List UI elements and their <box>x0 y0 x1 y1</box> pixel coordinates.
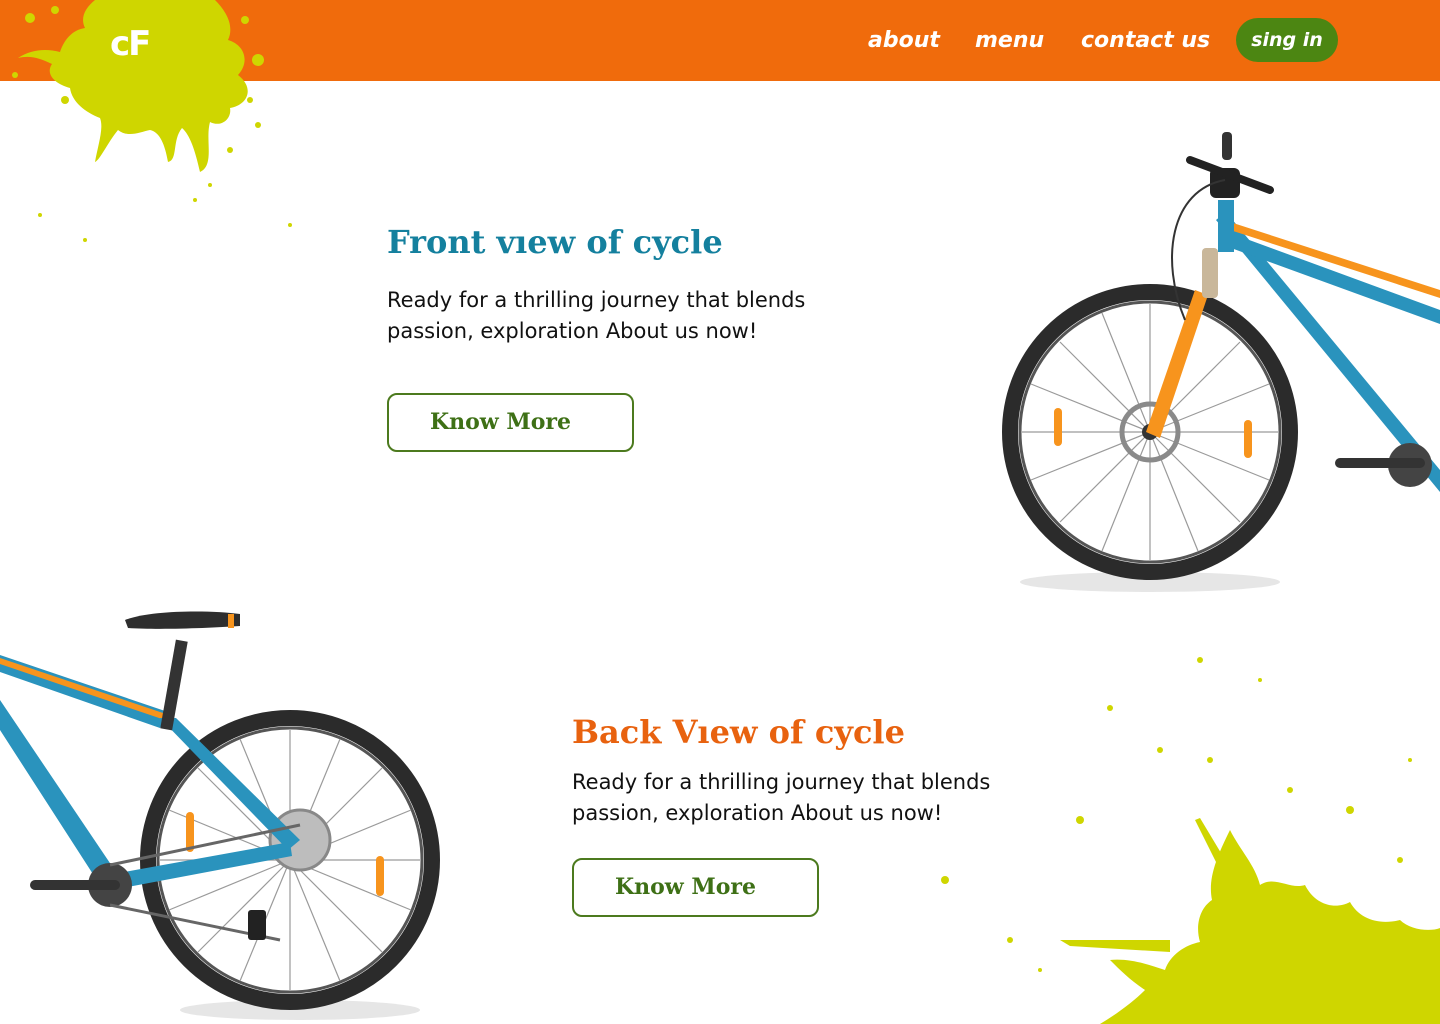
back-view-description: Ready for a thrilling journey that blend… <box>572 770 991 825</box>
nav-about-link[interactable]: about <box>868 26 940 56</box>
bike-back-image <box>0 611 440 1020</box>
nav-contact-link[interactable]: contact us <box>1081 26 1210 56</box>
paint-splash-decoration-bottom <box>941 657 1440 1024</box>
front-view-description: Ready for a thrilling journey that blend… <box>387 288 806 343</box>
nav-menu-link[interactable]: menu <box>975 26 1044 56</box>
sign-in-button[interactable]: sing in <box>1236 18 1338 62</box>
back-view-title: Back Vıew of cycle <box>572 713 905 751</box>
front-know-more-button[interactable]: Know More <box>387 393 634 452</box>
top-navigation-bar <box>0 0 1440 81</box>
front-view-title: Front vıew of cycle <box>387 223 723 261</box>
bike-front-image <box>1002 132 1440 592</box>
site-logo[interactable]: cF <box>110 27 151 61</box>
back-know-more-button[interactable]: Know More <box>572 858 819 917</box>
